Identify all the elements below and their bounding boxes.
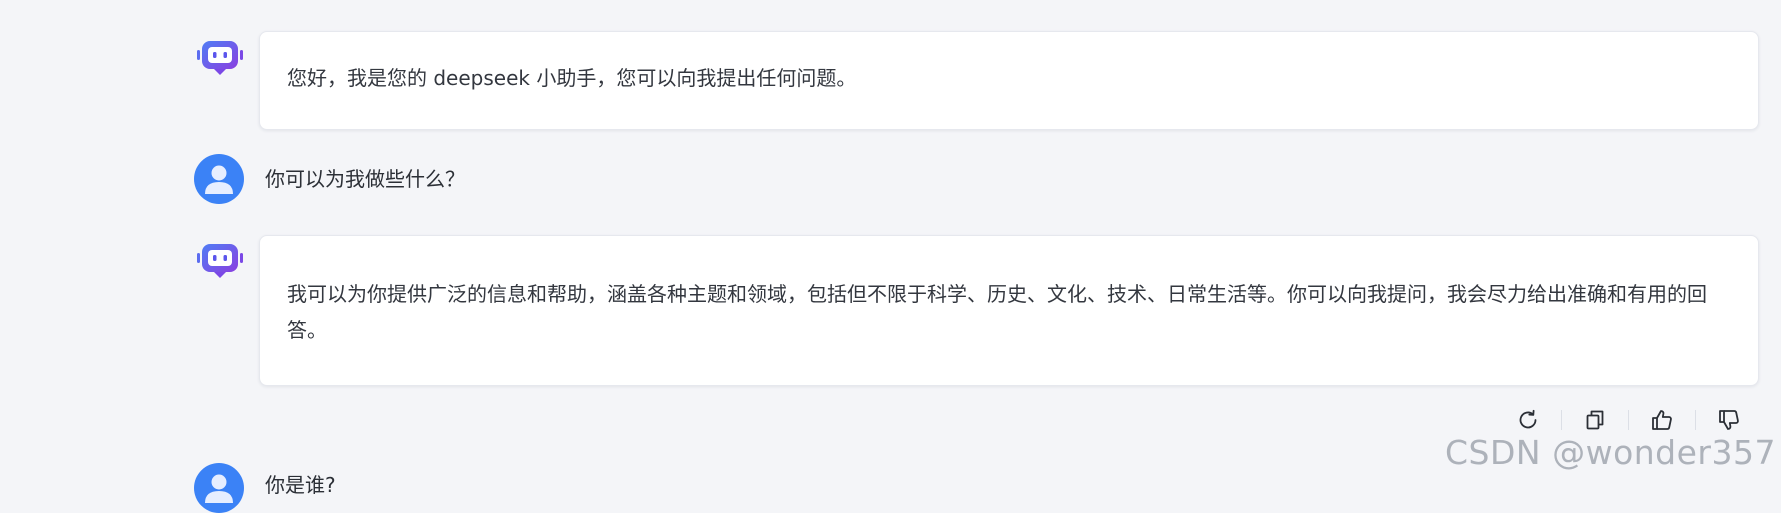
thumbs-down-icon xyxy=(1719,410,1739,430)
user-message-text: 你可以为我做些什么？ xyxy=(265,167,465,191)
refresh-icon xyxy=(1519,409,1537,429)
copy-icon xyxy=(1586,410,1604,430)
watermark: CSDN @wonder357 xyxy=(1445,433,1776,472)
thumbs-up-icon xyxy=(1652,410,1672,430)
user-avatar xyxy=(194,154,244,204)
action-divider xyxy=(1695,410,1696,430)
assistant-message-bubble: 您好，我是您的 deepseek 小助手，您可以向我提出任何问题。 xyxy=(259,31,1759,130)
user-avatar xyxy=(194,463,244,513)
bot-avatar-icon xyxy=(197,38,243,78)
assistant-message-text: 我可以为你提供广泛的信息和帮助，涵盖各种主题和领域，包括但不限于科学、历史、文化… xyxy=(287,282,1707,342)
user-avatar-icon xyxy=(205,474,233,503)
assistant-message-text: 您好，我是您的 deepseek 小助手，您可以向我提出任何问题。 xyxy=(287,66,857,90)
user-avatar-icon xyxy=(205,165,233,194)
action-divider xyxy=(1628,410,1629,430)
user-message-text: 你是谁? xyxy=(265,473,336,497)
bot-avatar-icon xyxy=(197,241,243,281)
action-divider xyxy=(1561,410,1562,430)
assistant-message-bubble: 我可以为你提供广泛的信息和帮助，涵盖各种主题和领域，包括但不限于科学、历史、文化… xyxy=(259,235,1759,386)
chat-conversation: 您好，我是您的 deepseek 小助手，您可以向我提出任何问题。 你可以为我做… xyxy=(0,0,1781,513)
